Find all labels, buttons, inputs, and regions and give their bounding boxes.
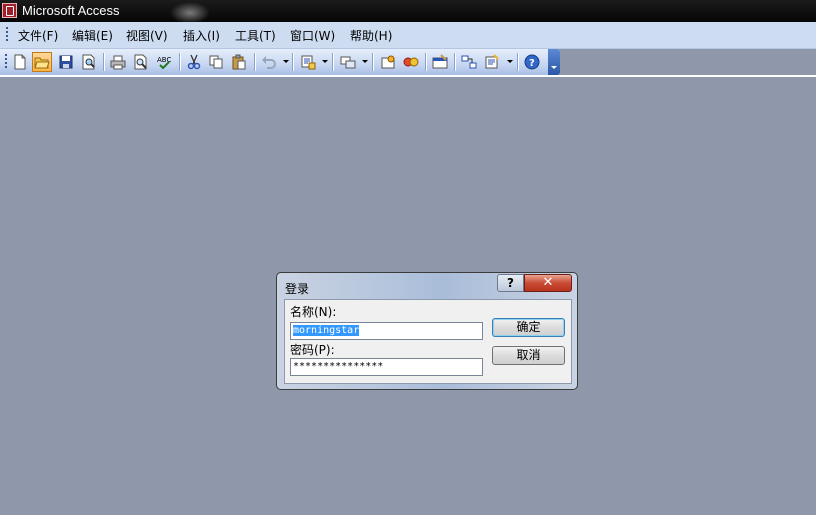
office-links-icon: [301, 55, 316, 70]
password-field[interactable]: ***************: [290, 358, 483, 376]
office-links-button[interactable]: [298, 52, 318, 72]
window-title: Microsoft Access: [22, 3, 120, 18]
title-bar: Microsoft Access: [0, 0, 816, 24]
cancel-button[interactable]: 取消: [492, 346, 565, 365]
menu-bar: 文件(F) 编辑(E) 视图(V) 插入(I) 工具(T) 窗口(W) 帮助(H…: [0, 22, 816, 49]
print-preview-button[interactable]: [131, 52, 151, 72]
dialog-help-button[interactable]: ?: [497, 274, 524, 292]
office-links-dropdown-arrow[interactable]: [322, 60, 328, 63]
menu-tools[interactable]: 工具(T): [235, 27, 276, 44]
title-bar-glow: [170, 2, 210, 24]
print-button[interactable]: [108, 52, 128, 72]
menu-insert[interactable]: 插入(I): [183, 27, 220, 44]
help-button[interactable]: ?: [522, 52, 542, 72]
toolbar-separator: [103, 53, 104, 71]
dialog-close-button[interactable]: ✕: [524, 274, 572, 292]
cut-icon: [187, 54, 201, 70]
menu-edit[interactable]: 编辑(E): [72, 27, 113, 44]
name-field[interactable]: morningstar: [290, 322, 483, 340]
dialog-content: 名称(N): morningstar 密码(P): **************…: [284, 299, 572, 384]
help-icon: ?: [524, 54, 540, 70]
open-folder-icon: [34, 57, 50, 69]
toolbar-bottom-border: [0, 75, 816, 77]
save-button[interactable]: [56, 52, 76, 72]
menu-file[interactable]: 文件(F): [18, 27, 58, 44]
toolbar-separator: [254, 53, 255, 71]
file-search-icon: [82, 54, 95, 70]
toolbar-separator: [292, 53, 293, 71]
database-toolbar: ABC ?: [0, 49, 560, 75]
code-button[interactable]: [378, 52, 398, 72]
save-icon: [59, 55, 73, 69]
undo-dropdown-arrow[interactable]: [283, 60, 289, 63]
dialog-title: 登录: [285, 282, 310, 296]
paste-button[interactable]: [229, 52, 249, 72]
copy-icon: [209, 55, 223, 69]
login-dialog: 登录 ? ✕ 名称(N): morningstar 密码(P): *******…: [276, 272, 578, 390]
copy-button[interactable]: [206, 52, 226, 72]
analyze-button[interactable]: [338, 52, 358, 72]
password-label: 密码(P):: [290, 343, 335, 357]
toolbar-options-chevron[interactable]: [548, 49, 560, 75]
new-file-button[interactable]: [10, 52, 30, 72]
toolbar-separator: [425, 53, 426, 71]
toolbar-grip[interactable]: [5, 54, 7, 70]
name-field-value: morningstar: [293, 325, 360, 336]
properties-icon: [432, 54, 448, 69]
open-button[interactable]: [32, 52, 52, 72]
script-button[interactable]: [401, 52, 421, 72]
relationships-icon: [461, 55, 477, 69]
code-icon: [381, 55, 395, 69]
access-app-icon[interactable]: [2, 3, 17, 18]
ok-button[interactable]: 确定: [492, 318, 565, 337]
undo-button[interactable]: [259, 52, 279, 72]
script-icon: [403, 57, 419, 67]
new-object-dropdown-arrow[interactable]: [507, 60, 513, 63]
name-label: 名称(N):: [290, 305, 337, 319]
analyze-icon: [340, 56, 356, 69]
file-search-button[interactable]: [79, 52, 99, 72]
properties-button[interactable]: [430, 52, 450, 72]
toolbar-separator: [179, 53, 180, 71]
new-file-icon: [14, 54, 26, 70]
menu-view[interactable]: 视图(V): [126, 27, 168, 44]
paste-icon: [232, 54, 246, 70]
menu-help[interactable]: 帮助(H): [350, 27, 392, 44]
print-preview-icon: [134, 54, 147, 70]
analyze-dropdown-arrow[interactable]: [362, 60, 368, 63]
spelling-button[interactable]: ABC: [154, 52, 174, 72]
cut-button[interactable]: [184, 52, 204, 72]
menu-bar-grip[interactable]: [6, 27, 8, 42]
menu-window[interactable]: 窗口(W): [290, 27, 335, 44]
toolbar-separator: [517, 53, 518, 71]
relationships-button[interactable]: [459, 52, 479, 72]
print-icon: [110, 55, 126, 70]
toolbar-separator: [332, 53, 333, 71]
undo-icon: [262, 56, 276, 69]
new-object-icon: [485, 54, 499, 69]
svg-text:?: ?: [529, 58, 535, 69]
spelling-icon: ABC: [157, 56, 171, 70]
password-field-value: ***************: [293, 361, 384, 372]
toolbar-separator: [372, 53, 373, 71]
toolbar-separator: [454, 53, 455, 71]
new-object-button[interactable]: [482, 52, 502, 72]
